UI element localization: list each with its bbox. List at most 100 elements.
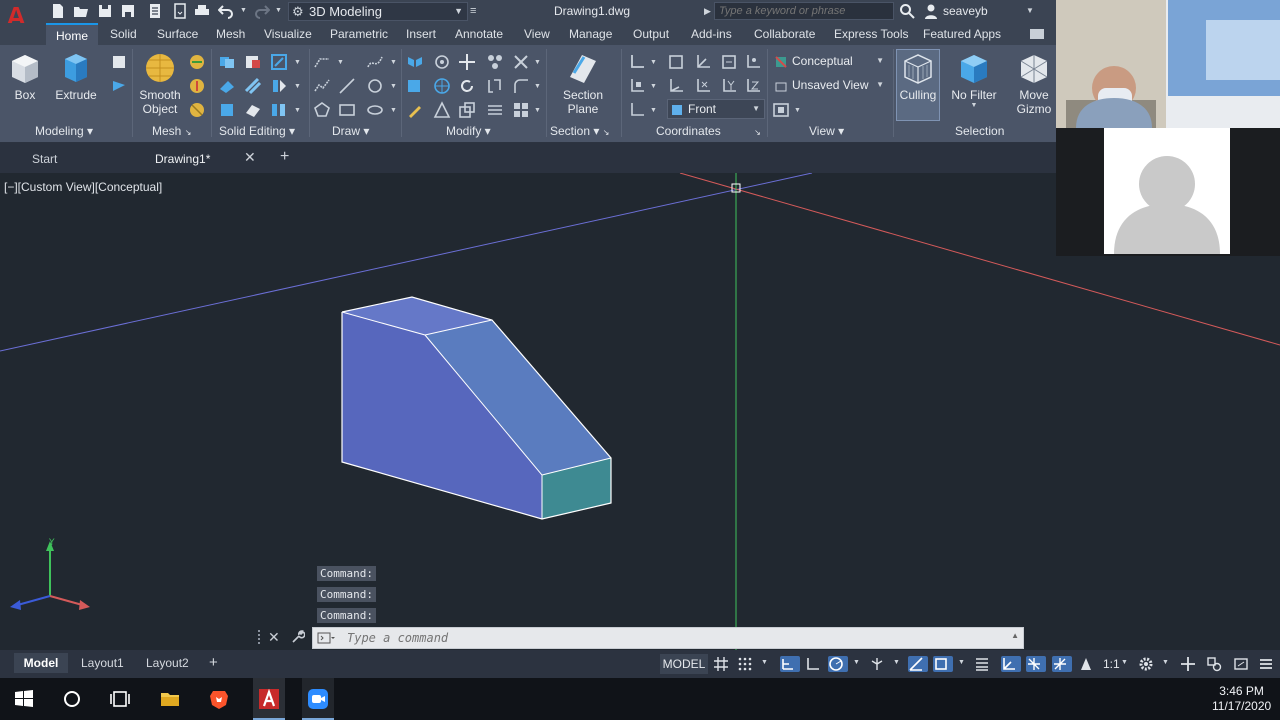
separate-icon[interactable] (270, 101, 288, 119)
tab-home[interactable]: Home (46, 23, 99, 45)
workspace-selector[interactable]: ⚙ 3D Modeling ▼ (288, 2, 468, 21)
section-plane-button[interactable]: Section Plane (558, 51, 608, 116)
fillet-edge-icon[interactable] (512, 53, 530, 71)
ucs-icon[interactable] (628, 53, 646, 71)
no-filter-button[interactable]: No Filter ▼ (948, 51, 1000, 109)
tab-view[interactable]: View (524, 27, 550, 41)
mesh-refine-icon[interactable] (188, 101, 206, 119)
plot-icon[interactable] (194, 3, 210, 19)
polar-tracking-icon[interactable] (828, 656, 848, 672)
polyline-icon[interactable] (313, 53, 331, 71)
search-icon[interactable] (899, 3, 915, 19)
tab-annotate[interactable]: Annotate (455, 27, 503, 41)
ellipse-icon[interactable] (366, 101, 384, 119)
user-name[interactable]: seaveyb (943, 4, 988, 18)
undo-dropdown-icon[interactable]: ▼ (240, 7, 247, 14)
chevron-down-icon[interactable]: ▼ (534, 83, 541, 90)
infer-constraints-icon[interactable] (780, 656, 800, 672)
spline-icon[interactable] (366, 53, 384, 71)
participant-video-feed[interactable] (1056, 0, 1280, 128)
polygon-icon[interactable] (313, 101, 331, 119)
line-icon[interactable] (338, 77, 356, 95)
move-gizmo-button[interactable]: Move Gizmo (1012, 51, 1056, 116)
tab-express-tools[interactable]: Express Tools (834, 27, 908, 41)
revolve-icon[interactable] (110, 53, 128, 71)
quick-access-menu-icon[interactable]: ≡ (470, 5, 476, 17)
chevron-down-icon[interactable]: ▼ (1162, 659, 1169, 666)
panel-label-view[interactable]: View ▾ (809, 124, 844, 138)
add-layout-icon[interactable]: + (209, 651, 218, 671)
extract-edges-icon[interactable] (218, 101, 236, 119)
chevron-down-icon[interactable]: ▼ (390, 83, 397, 90)
redo-dropdown-icon[interactable]: ▼ (275, 7, 282, 14)
chevron-down-icon[interactable]: ▼ (853, 659, 860, 666)
move-icon[interactable] (458, 53, 476, 71)
lineweight-icon[interactable] (974, 656, 990, 672)
3d-array-icon[interactable] (486, 53, 504, 71)
panel-label-modify[interactable]: Modify ▾ (446, 124, 491, 138)
isolate-objects-icon[interactable] (1206, 656, 1222, 672)
viewport-controls-label[interactable]: [−][Custom View][Conceptual] (4, 180, 162, 194)
file-explorer-icon[interactable] (159, 688, 181, 710)
3d-solid-object[interactable] (341, 296, 612, 520)
command-input[interactable] (347, 629, 987, 647)
full-screen-icon[interactable] (1233, 656, 1249, 672)
tab-output[interactable]: Output (633, 27, 669, 41)
close-icon[interactable]: ✕ (268, 629, 280, 646)
isodraft-icon[interactable] (869, 656, 885, 672)
task-view-icon[interactable] (109, 688, 131, 710)
chevron-down-icon[interactable]: ▼ (650, 107, 657, 114)
tab-insert[interactable]: Insert (406, 27, 436, 41)
panel-label-section[interactable]: Section ▾ ↘ (550, 124, 609, 138)
object-snap-tracking-icon[interactable] (908, 656, 928, 672)
taskbar-autocad-button[interactable] (253, 678, 285, 720)
redo-icon[interactable] (254, 3, 271, 19)
command-prompt-icon[interactable] (317, 632, 335, 644)
circle-icon[interactable] (366, 77, 384, 95)
offset-icon[interactable] (486, 101, 504, 119)
annotation-visibility-icon[interactable] (1078, 656, 1094, 672)
3d-scale-icon[interactable] (433, 77, 451, 95)
panel-label-selection[interactable]: Selection (955, 124, 1004, 138)
chevron-down-icon[interactable]: ▼ (534, 59, 541, 66)
brave-browser-icon[interactable] (208, 688, 230, 710)
save-as-icon[interactable] (120, 3, 136, 19)
system-clock[interactable]: 3:46 PM 11/17/2020 (1212, 684, 1271, 714)
chevron-up-icon[interactable]: ▲ (1011, 631, 1019, 640)
layout-tab-layout2[interactable]: Layout2 (146, 653, 189, 673)
ucs-world-icon[interactable] (667, 53, 685, 71)
annotation-monitor-icon[interactable] (1180, 656, 1196, 672)
rectangular-array-icon[interactable] (512, 101, 530, 119)
undo-icon[interactable] (217, 3, 234, 19)
3d-align-icon[interactable] (433, 53, 451, 71)
ortho-icon[interactable] (805, 656, 821, 672)
participant-avatar-tile[interactable] (1104, 128, 1230, 254)
tab-parametric[interactable]: Parametric (330, 27, 388, 41)
chevron-down-icon[interactable]: ▼ (337, 59, 344, 66)
ucs-3point-icon[interactable] (744, 53, 762, 71)
object-snap-icon[interactable] (933, 656, 953, 672)
tab-solid[interactable]: Solid (110, 27, 137, 41)
extrude-button[interactable]: Extrude (54, 51, 98, 102)
union-icon[interactable] (218, 53, 236, 71)
ucs-view-icon[interactable] (667, 77, 685, 95)
panel-label-modeling[interactable]: Modeling ▾ (35, 124, 93, 138)
model-space-button[interactable]: MODEL (660, 654, 708, 674)
command-input-box[interactable]: ▲ (312, 627, 1024, 649)
chevron-down-icon[interactable]: ▼ (794, 107, 801, 114)
intersect-icon[interactable] (270, 53, 288, 71)
wrench-icon[interactable] (291, 630, 306, 644)
open-file-icon[interactable] (73, 3, 89, 19)
smooth-object-button[interactable]: Smooth Object (138, 51, 182, 116)
windows-start-icon[interactable] (13, 688, 35, 710)
interfere-icon[interactable] (218, 77, 236, 95)
snap-icon[interactable] (737, 656, 753, 672)
ribbon-minimize-icon[interactable] (1030, 29, 1044, 39)
mesh-smooth-more-icon[interactable] (188, 53, 206, 71)
chevron-down-icon[interactable]: ▼ (1121, 659, 1128, 666)
chevron-down-icon[interactable]: ▼ (294, 107, 301, 114)
panel-label-coordinates[interactable]: Coordinates ↘ (656, 124, 761, 138)
chevron-down-icon[interactable]: ▼ (294, 83, 301, 90)
ucs-object-icon[interactable] (628, 77, 646, 95)
named-view-select[interactable]: Unsaved View ▼ (771, 75, 889, 95)
